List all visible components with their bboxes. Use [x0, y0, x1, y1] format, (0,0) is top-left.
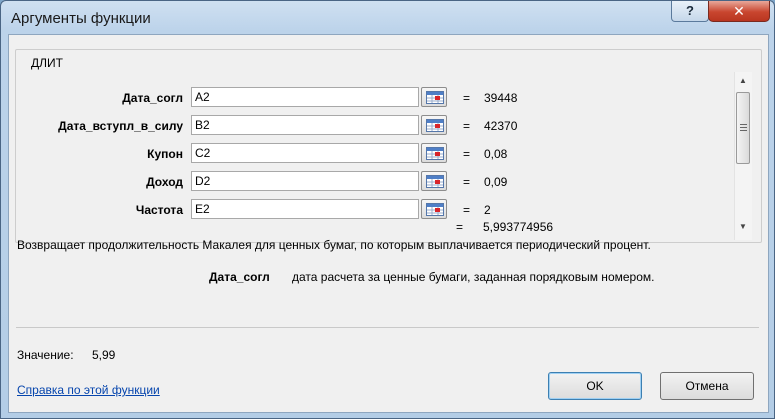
equals-sign: = [463, 119, 471, 133]
scroll-thumb[interactable] [736, 92, 750, 164]
collapse-dialog-icon [426, 91, 444, 104]
dialog-title: Аргументы функции [11, 10, 151, 27]
equals-sign: = [463, 175, 471, 189]
grip-line [740, 130, 747, 131]
ref-button-3[interactable] [421, 143, 447, 163]
arg-description-text: дата расчета за ценные бумаги, заданная … [292, 270, 655, 284]
value-result: 5,99 [92, 348, 116, 362]
scroll-down-icon[interactable]: ▼ [739, 222, 747, 231]
result-equals-sign: = [456, 220, 464, 234]
arg-value-5: 2 [484, 203, 491, 217]
formula-result: 5,993774956 [483, 220, 554, 234]
arg-value-3: 0,08 [484, 147, 508, 161]
help-icon: ? [686, 3, 694, 18]
arg-label-date-maturity: Дата_вступл_в_силу [58, 119, 183, 133]
close-button[interactable]: ✕ [708, 1, 770, 22]
collapse-dialog-icon [426, 203, 444, 216]
dialog-window: Аргументы функции ? ✕ ДЛИТ Дата_согл A2 … [0, 0, 775, 419]
scroll-up-icon[interactable]: ▲ [739, 76, 747, 85]
function-description: Возвращает продолжительность Макалея для… [17, 238, 651, 252]
arg-input-coupon[interactable]: C2 [191, 143, 419, 163]
dialog-content: ДЛИТ Дата_согл A2 = 39448 Дата_вступл_в_… [8, 34, 769, 413]
grip-line [740, 127, 747, 128]
arg-label-coupon: Купон [147, 147, 183, 161]
ref-button-1[interactable] [421, 87, 447, 107]
arg-label-date-settlement: Дата_согл [122, 91, 183, 105]
equals-sign: = [463, 203, 471, 217]
arg-label-frequency: Частота [135, 203, 183, 217]
grip-line [740, 124, 747, 125]
arg-label-yield: Доход [146, 175, 183, 189]
close-icon: ✕ [733, 3, 745, 19]
equals-sign: = [463, 147, 471, 161]
ok-button[interactable]: OK [548, 372, 642, 400]
arg-input-frequency[interactable]: E2 [191, 199, 419, 219]
function-name: ДЛИТ [28, 56, 66, 70]
arg-value-1: 39448 [484, 91, 518, 105]
equals-sign: = [463, 91, 471, 105]
collapse-dialog-icon [426, 119, 444, 132]
cancel-button[interactable]: Отмена [660, 372, 754, 400]
arg-input-date-settlement[interactable]: A2 [191, 87, 419, 107]
arg-input-yield[interactable]: D2 [191, 171, 419, 191]
arguments-group: ДЛИТ Дата_согл A2 = 39448 Дата_вступл_в_… [15, 49, 762, 243]
arg-description-name: Дата_согл [209, 270, 270, 284]
ref-button-5[interactable] [421, 199, 447, 219]
arg-input-date-maturity[interactable]: B2 [191, 115, 419, 135]
collapse-dialog-icon [426, 147, 444, 160]
value-label: Значение: [17, 348, 74, 362]
collapse-dialog-icon [426, 175, 444, 188]
help-link[interactable]: Справка по этой функции [17, 383, 160, 397]
ref-button-2[interactable] [421, 115, 447, 135]
arg-value-4: 0,09 [484, 175, 508, 189]
arg-value-2: 42370 [484, 119, 518, 133]
ref-button-4[interactable] [421, 171, 447, 191]
divider [16, 327, 759, 328]
help-button[interactable]: ? [671, 1, 709, 22]
arguments-scrollbar[interactable]: ▲ ▼ [734, 72, 752, 240]
